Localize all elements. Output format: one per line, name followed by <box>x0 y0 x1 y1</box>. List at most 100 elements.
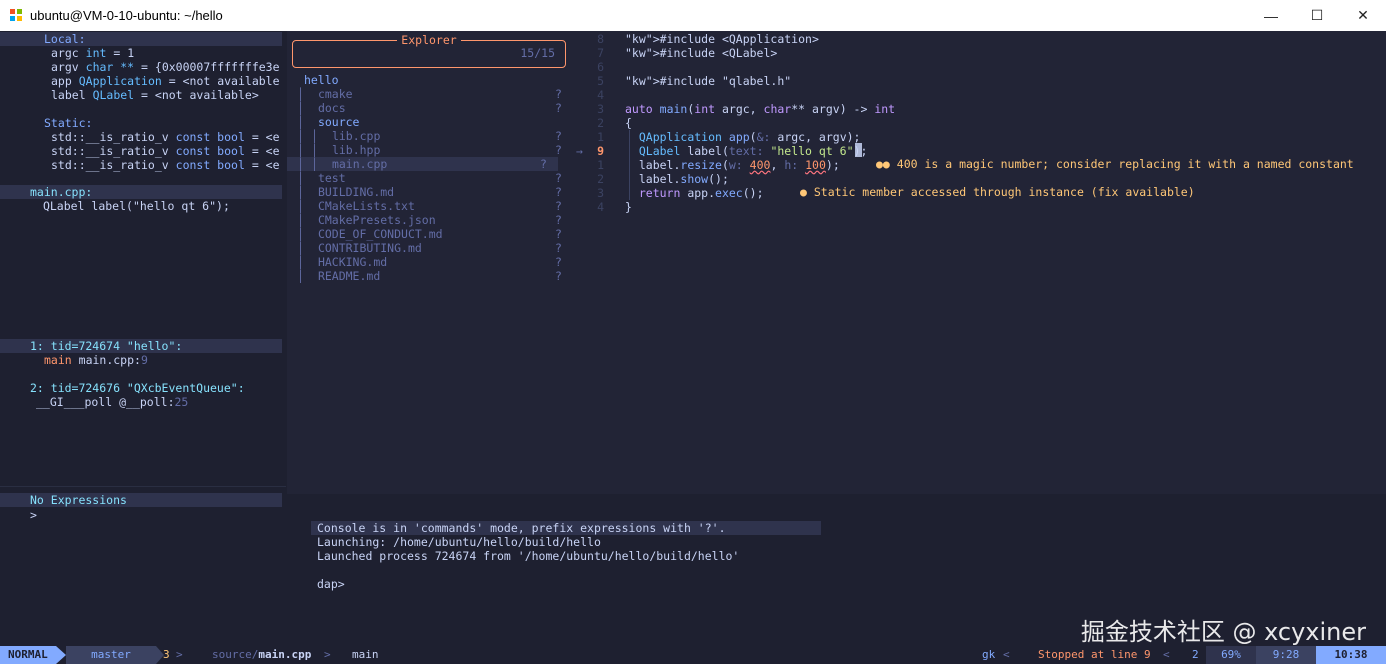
scope-variable[interactable]: app QApplication = <not available <box>0 74 280 88</box>
watches-input[interactable]: > <box>0 508 37 522</box>
stack-frame[interactable]: __GI___poll @__poll:25 <box>0 395 188 409</box>
tree-indent-guide: │ <box>297 87 304 101</box>
scope-variable[interactable]: label QLabel = <not available> <box>0 88 259 102</box>
line-number: 5 <box>597 74 604 88</box>
code-line[interactable]: label.resize(w: 400, h: 100); <box>625 158 840 172</box>
console-line: Launched process 724674 from '/home/ubun… <box>317 549 740 563</box>
statusline: NORMAL master 3 > source/main.cpp > main… <box>0 646 1386 664</box>
tree-indent-guide: │ <box>297 199 304 213</box>
dap-scopes-pane[interactable]: Local: argc int = 1 argv char ** = {0x000… <box>0 31 286 184</box>
git-branch[interactable]: master <box>66 646 156 664</box>
code-line[interactable]: "kw">#include "qlabel.h" <box>625 74 791 88</box>
dap-breakpoints-pane[interactable]: main.cpp: QLabel label("hello qt 6"); <box>0 184 286 334</box>
explorer-search-box[interactable]: Explorer 15/15 <box>292 33 566 68</box>
code-line[interactable]: return app.exec(); <box>625 186 764 200</box>
stack-frame[interactable]: main main.cpp:9 <box>0 353 148 367</box>
terminal-app-icon <box>10 9 22 21</box>
current-line-arrow-icon: → <box>576 144 583 158</box>
explorer-item[interactable]: │ │ lib.hpp? <box>287 143 564 157</box>
code-line[interactable]: { <box>625 116 632 130</box>
cursor-position: 9:28 <box>1256 646 1316 664</box>
code-line[interactable]: QApplication app(&: argc, argv); <box>625 130 861 144</box>
explorer-item[interactable]: │ BUILDING.md? <box>287 185 564 199</box>
explorer-item[interactable]: │ test? <box>287 171 564 185</box>
scope-variable[interactable]: std::__is_ratio_v const bool = <e <box>0 158 280 172</box>
tree-indent-guide: │ <box>297 269 304 283</box>
mode-indicator: NORMAL <box>0 646 56 664</box>
git-status-badge: ? <box>555 255 562 269</box>
tree-indent-guide: │ <box>297 157 304 171</box>
explorer-item[interactable]: │ CODE_OF_CONDUCT.md? <box>287 227 564 241</box>
code-line[interactable]: QLabel label(text: "hello qt 6"); <box>625 144 868 158</box>
line-number: 7 <box>597 46 604 60</box>
dap-console-pane[interactable]: Console is in 'commands' mode, prefix ex… <box>287 494 1386 646</box>
scope-variable[interactable]: std::__is_ratio_v const bool = <e <box>0 144 280 158</box>
tree-indent-guide: │ <box>297 129 304 143</box>
code-editor-pane[interactable]: 8 7 6 5 4 3 2 1 9 1 2 3 4 → "kw">#include <QApplicati… <box>570 31 1386 494</box>
code-line[interactable]: auto main(int argc, char** argv) -> int <box>625 102 895 116</box>
breakpoint-file[interactable]: main.cpp: <box>0 185 282 199</box>
file-explorer-pane[interactable]: Explorer 15/15 hello │ cmake? │ docs? │ so… <box>287 31 570 494</box>
status-misc: 2 <box>1192 648 1199 661</box>
status-sep: < <box>1163 648 1170 661</box>
dap-threads-pane[interactable]: 1: tid=724674 "hello": main main.cpp:9 2: … <box>0 338 286 486</box>
close-button[interactable]: ✕ <box>1340 0 1386 31</box>
dap-watches-pane[interactable]: No Expressions > <box>0 486 286 645</box>
git-status-badge: ? <box>555 213 562 227</box>
explorer-item[interactable]: │ CMakePresets.json? <box>287 213 564 227</box>
dap-status: Stopped at line 9 <box>1038 648 1151 661</box>
scope-local-header[interactable]: Local: <box>0 32 282 46</box>
line-number: 6 <box>597 60 604 74</box>
git-status-badge: ? <box>540 157 547 171</box>
powerline-arrow-icon <box>56 646 66 664</box>
git-status-badge: ? <box>555 129 562 143</box>
code-line[interactable]: "kw">#include <QApplication> <box>625 32 819 46</box>
line-number: 8 <box>597 32 604 46</box>
line-number: 1 <box>597 130 604 144</box>
breadcrumb-path[interactable]: source/main.cpp <box>212 646 311 664</box>
explorer-item[interactable]: │ docs? <box>287 101 564 115</box>
explorer-item[interactable]: │ CONTRIBUTING.md? <box>287 241 564 255</box>
tree-indent-guide: │ <box>297 101 304 115</box>
scope-variable[interactable]: argv char ** = {0x00007fffffffe3e <box>0 60 280 74</box>
watermark: 掘金技术社区 @ xcyxiner <box>1080 618 1366 646</box>
line-number: 3 <box>597 186 604 200</box>
tree-indent-guide: │ <box>297 213 304 227</box>
status-sep: < <box>1003 648 1010 661</box>
console-prompt[interactable]: dap> <box>317 577 345 591</box>
thread-header[interactable]: 2: tid=724676 "QXcbEventQueue": <box>0 381 245 395</box>
explorer-item[interactable]: │ │ lib.cpp? <box>287 129 564 143</box>
maximize-button[interactable]: ☐ <box>1294 0 1340 31</box>
explorer-root[interactable]: hello <box>297 73 339 87</box>
explorer-item[interactable]: │ HACKING.md? <box>287 255 564 269</box>
explorer-item[interactable]: │ source <box>287 115 564 129</box>
code-line[interactable]: label.show(); <box>625 172 729 186</box>
explorer-item[interactable]: │ CMakeLists.txt? <box>287 199 564 213</box>
tree-indent-guide: │ <box>311 157 318 171</box>
tree-indent-guide: │ <box>297 115 304 129</box>
minimize-button[interactable]: — <box>1248 0 1294 31</box>
scope-static-header[interactable]: Static: <box>0 116 92 130</box>
tree-indent-guide: │ <box>297 171 304 185</box>
thread-header[interactable]: 1: tid=724674 "hello": <box>0 339 282 353</box>
code-line[interactable]: "kw">#include <QLabel> <box>625 46 777 60</box>
code-line[interactable]: } <box>625 200 632 214</box>
explorer-item[interactable]: │ cmake? <box>287 87 564 101</box>
breadcrumb-sep: > <box>324 648 331 661</box>
tree-indent-guide: │ <box>297 255 304 269</box>
git-status-badge: ? <box>555 143 562 157</box>
tree-indent-guide: │ <box>297 185 304 199</box>
explorer-title: Explorer <box>397 33 461 47</box>
explorer-item[interactable]: │ README.md? <box>287 269 564 283</box>
git-status-badge: ? <box>555 87 562 101</box>
scroll-percent: 69% <box>1206 646 1256 664</box>
scope-variable[interactable]: std::__is_ratio_v const bool = <e <box>0 130 280 144</box>
tree-indent-guide: │ <box>311 129 318 143</box>
breadcrumb-symbol[interactable]: main <box>352 646 379 664</box>
scope-variable[interactable]: argc int = 1 <box>0 46 134 60</box>
tree-indent-guide: │ <box>297 241 304 255</box>
diagnostic-static-member: ● Static member accessed through instanc… <box>800 185 1195 199</box>
pending-keys: gk <box>982 648 996 661</box>
breakpoint-entry[interactable]: QLabel label("hello qt 6"); <box>0 199 230 213</box>
explorer-item[interactable]: │ │ main.cpp? <box>287 157 558 171</box>
